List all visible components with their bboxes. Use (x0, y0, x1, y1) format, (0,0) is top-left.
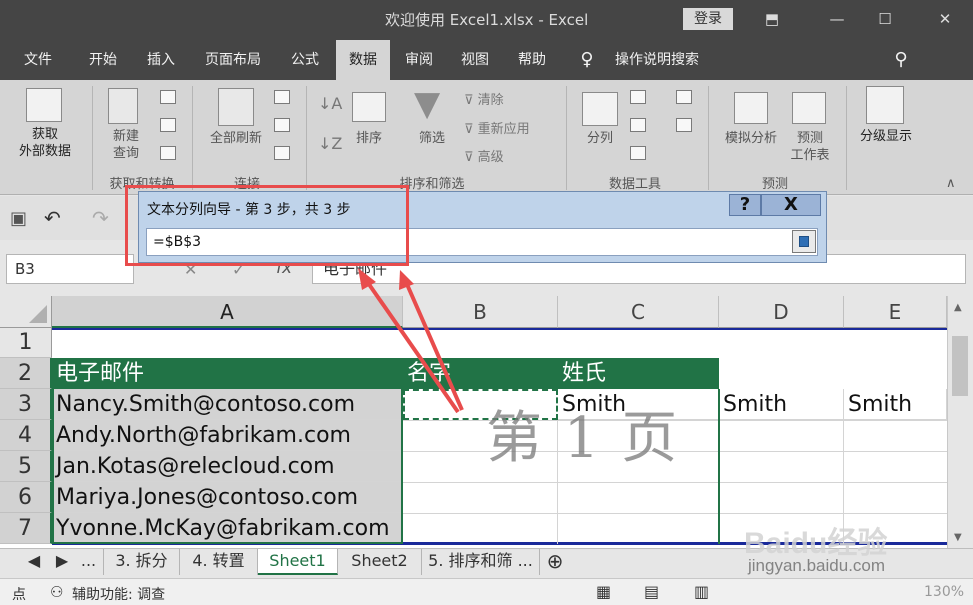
sheet-tab-transpose[interactable]: 4. 转置 (180, 549, 258, 575)
next-sheet-icon[interactable]: ▶ (50, 549, 74, 575)
sheet-tab-sheet1[interactable]: Sheet1 (258, 549, 338, 575)
accessibility-status[interactable]: 辅助功能: 调查 (72, 584, 165, 604)
sheet-tab-sheet2[interactable]: Sheet2 (338, 549, 422, 575)
accessibility-icon: ⚇ (50, 583, 64, 601)
watermark-url: jingyan.baidu.com (748, 556, 886, 575)
page-break-view-icon[interactable]: ▥ (694, 582, 709, 601)
sheet-tab-split[interactable]: 3. 拆分 (104, 549, 180, 575)
status-bar: 点 ⚇ 辅助功能: 调查 ▦ ▤ ▥ 130% (0, 578, 973, 605)
normal-view-icon[interactable]: ▦ (596, 582, 611, 601)
add-sheet-icon[interactable]: ⊕ (542, 549, 568, 575)
sheet-tab-sort-filter[interactable]: 5. 排序和筛 ... (422, 549, 540, 575)
status-mode: 点 (12, 587, 26, 603)
page-layout-view-icon[interactable]: ▤ (644, 582, 659, 601)
annotation-arrows (358, 268, 464, 414)
sheet-tab-more[interactable]: ... (74, 549, 104, 575)
prev-sheet-icon[interactable]: ◀ (22, 549, 46, 575)
zoom-level[interactable]: 130% (924, 584, 964, 600)
